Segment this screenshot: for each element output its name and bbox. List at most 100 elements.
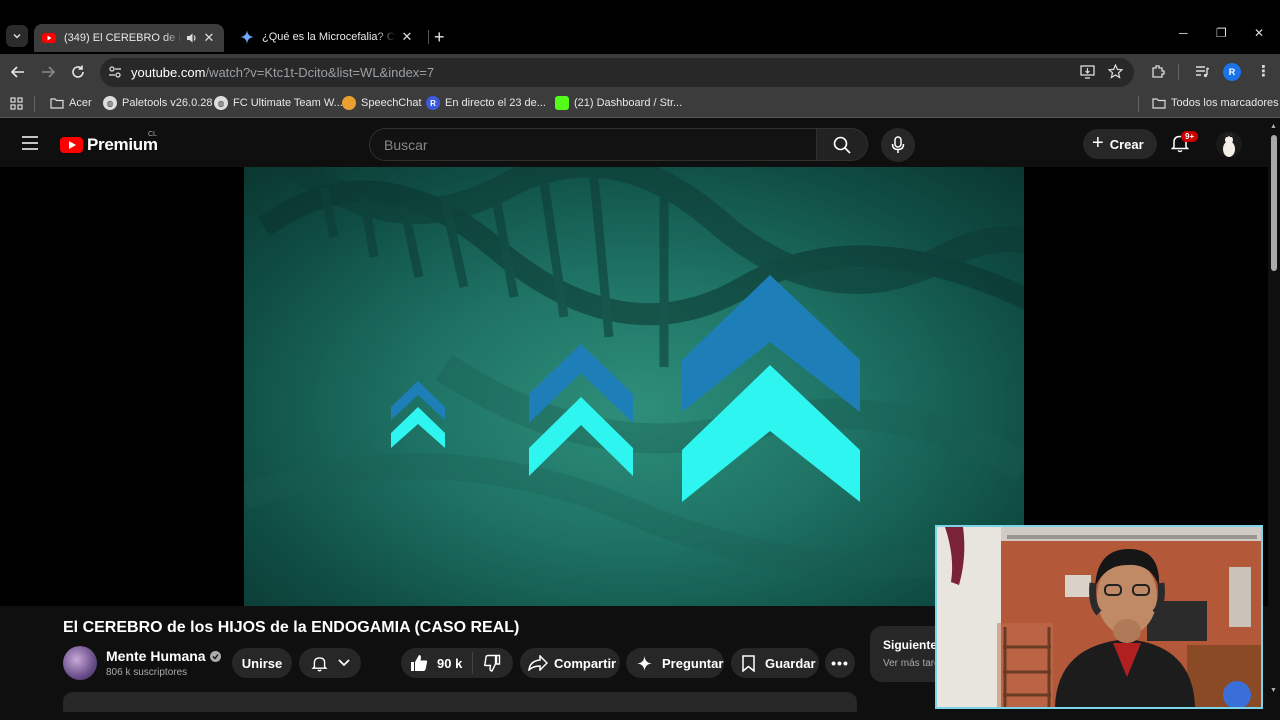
channel-name[interactable]: Mente Humana (106, 648, 206, 664)
star-icon[interactable] (1108, 64, 1123, 79)
bookmarks-divider (34, 96, 35, 112)
thumbs-up-icon[interactable] (410, 654, 428, 672)
media-controls-icon[interactable] (1195, 64, 1210, 79)
save-button[interactable]: Guardar (731, 648, 819, 678)
bookmark-label: (21) Dashboard / Str... (574, 97, 683, 109)
description-box[interactable] (63, 692, 857, 712)
voice-search-button[interactable] (881, 128, 915, 162)
tab-youtube[interactable]: (349) El CEREBRO de los HIJOS de la ENDO… (34, 24, 224, 52)
site-settings-icon[interactable] (108, 65, 122, 79)
gemini-favicon-icon (240, 30, 254, 44)
hamburger-menu-icon[interactable] (22, 136, 38, 150)
thumbs-down-icon[interactable] (483, 654, 501, 672)
chevron-down-icon (337, 659, 350, 667)
channel-name-row[interactable]: Mente Humana (106, 648, 221, 664)
all-bookmarks[interactable]: Todos los marcadores (1152, 96, 1279, 110)
country-code: CL (148, 131, 157, 138)
youtube-play-logo-icon (60, 137, 83, 153)
globe-icon: ◍ (103, 96, 117, 110)
browser-toolbar: youtube.com/watch?v=Ktc1t-Dcito&list=WL&… (0, 54, 1280, 90)
scroll-up-arrow-icon[interactable]: ▲ (1270, 123, 1277, 130)
webcam-feed-image (937, 527, 1261, 707)
search-icon (833, 136, 851, 154)
bookmark-dashboard[interactable]: (21) Dashboard / Str... (555, 96, 682, 110)
bookmark-fc-ultimate[interactable]: ◍ FC Ultimate Team W... (214, 96, 343, 110)
plus-icon: + (1092, 131, 1104, 154)
more-actions-button[interactable]: ••• (825, 648, 855, 678)
bookmarks-divider (1138, 96, 1139, 112)
speechchat-icon (342, 96, 356, 110)
reload-icon[interactable] (71, 65, 85, 79)
youtube-header: Premium CL + Crear 9+ (0, 119, 1268, 167)
search-box (369, 128, 817, 161)
chevron-down-icon (13, 33, 21, 39)
like-dislike-group: 90 k (401, 648, 513, 678)
subscription-bell-button[interactable] (299, 648, 361, 678)
bookmark-en-directo[interactable]: R En directo el 23 de... (426, 96, 546, 110)
scrollbar-thumb[interactable] (1271, 135, 1277, 271)
bookmark-acer[interactable]: Acer (50, 96, 92, 110)
profile-avatar[interactable]: R (1223, 63, 1241, 81)
tab-microcefalia[interactable]: ¿Qué es la Microcefalia? Causas ✕ (232, 26, 422, 48)
extensions-icon[interactable] (1151, 64, 1166, 79)
join-button[interactable]: Unirse (232, 648, 292, 678)
bookmark-label: Paletools v26.0.28 (122, 97, 213, 109)
more-horizontal-icon: ••• (831, 655, 849, 671)
install-app-icon[interactable] (1080, 65, 1095, 79)
url-host: youtube.com (131, 65, 206, 80)
join-label: Unirse (241, 655, 283, 671)
forward-icon[interactable] (41, 65, 55, 79)
tab-close-icon[interactable]: ✕ (202, 30, 216, 46)
page-scrollbar[interactable]: ▲ ▼ (1268, 119, 1280, 720)
url-text: youtube.com/watch?v=Ktc1t-Dcito&list=WL&… (131, 65, 434, 80)
folder-icon (50, 96, 64, 110)
bookmark-label: FC Ultimate Team W... (233, 97, 343, 109)
toolbar-divider (1178, 64, 1179, 80)
video-title: El CEREBRO de los HIJOS de la ENDOGAMIA … (63, 619, 520, 636)
scroll-down-arrow-icon[interactable]: ▼ (1270, 687, 1277, 694)
search-button[interactable] (816, 128, 868, 161)
create-button[interactable]: + Crear (1083, 129, 1157, 159)
close-window-icon[interactable]: ✕ (1254, 26, 1264, 40)
share-button[interactable]: Compartir (520, 648, 620, 678)
tab-divider (428, 30, 429, 44)
url-path: /watch?v=Ktc1t-Dcito&list=WL&index=7 (205, 65, 435, 80)
ask-button[interactable]: Preguntar (626, 648, 724, 678)
youtube-premium-logo[interactable]: Premium CL (60, 131, 158, 155)
bookmarks-bar: Acer ◍ Paletools v26.0.28 ◍ FC Ultimate … (0, 90, 1280, 118)
menu-kebab-icon[interactable]: ⋮ (1256, 62, 1271, 80)
create-label: Crear (1109, 136, 1144, 152)
dna-helix-background (244, 167, 1024, 580)
sparkle-icon (637, 655, 652, 671)
bell-icon (310, 656, 328, 671)
minimize-icon[interactable]: ─ (1179, 26, 1188, 40)
address-bar[interactable]: youtube.com/watch?v=Ktc1t-Dcito&list=WL&… (100, 58, 1134, 87)
bookmark-speechchat[interactable]: SpeechChat (342, 96, 422, 110)
search-input[interactable] (384, 135, 804, 155)
bookmark-paletools[interactable]: ◍ Paletools v26.0.28 (103, 96, 213, 110)
subscriber-count: 806 k suscriptores (106, 667, 188, 678)
dashboard-icon (555, 96, 569, 110)
restore-icon[interactable]: ❐ (1216, 26, 1227, 40)
save-label: Guardar (765, 655, 816, 671)
tab-search-button[interactable] (6, 25, 28, 47)
ask-label: Preguntar (662, 655, 724, 671)
folder-icon (1152, 96, 1166, 110)
like-divider (472, 652, 474, 674)
verified-check-icon (209, 650, 221, 662)
video-frame[interactable] (244, 167, 1024, 606)
apps-grid-icon[interactable] (10, 97, 23, 110)
tab-close-icon[interactable]: ✕ (400, 29, 414, 45)
share-arrow-icon (528, 655, 548, 671)
like-count[interactable]: 90 k (437, 656, 462, 671)
channel-avatar[interactable] (63, 646, 97, 680)
account-avatar[interactable] (1216, 131, 1242, 157)
youtube-favicon-icon (42, 31, 56, 45)
bookmark-icon (742, 654, 755, 672)
bookmark-label: En directo el 23 de... (445, 97, 546, 109)
r-icon: R (426, 96, 440, 110)
tab-title: (349) El CEREBRO de los HIJOS de la ENDO… (64, 32, 182, 44)
new-tab-button[interactable]: + (434, 27, 445, 48)
speaker-icon[interactable] (186, 32, 198, 44)
back-icon[interactable] (11, 65, 25, 79)
